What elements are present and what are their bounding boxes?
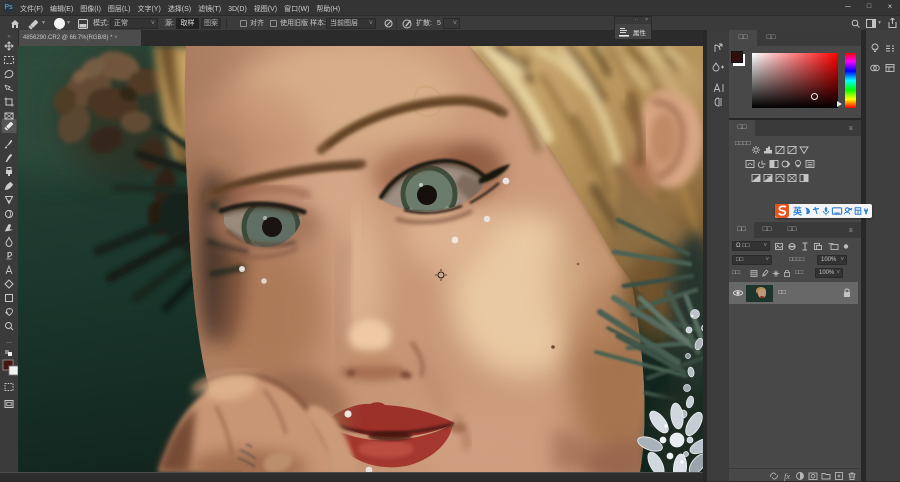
svg-text:fx: fx bbox=[784, 472, 790, 481]
svg-text:…: … bbox=[6, 339, 12, 345]
svg-text:英: 英 bbox=[792, 206, 803, 217]
